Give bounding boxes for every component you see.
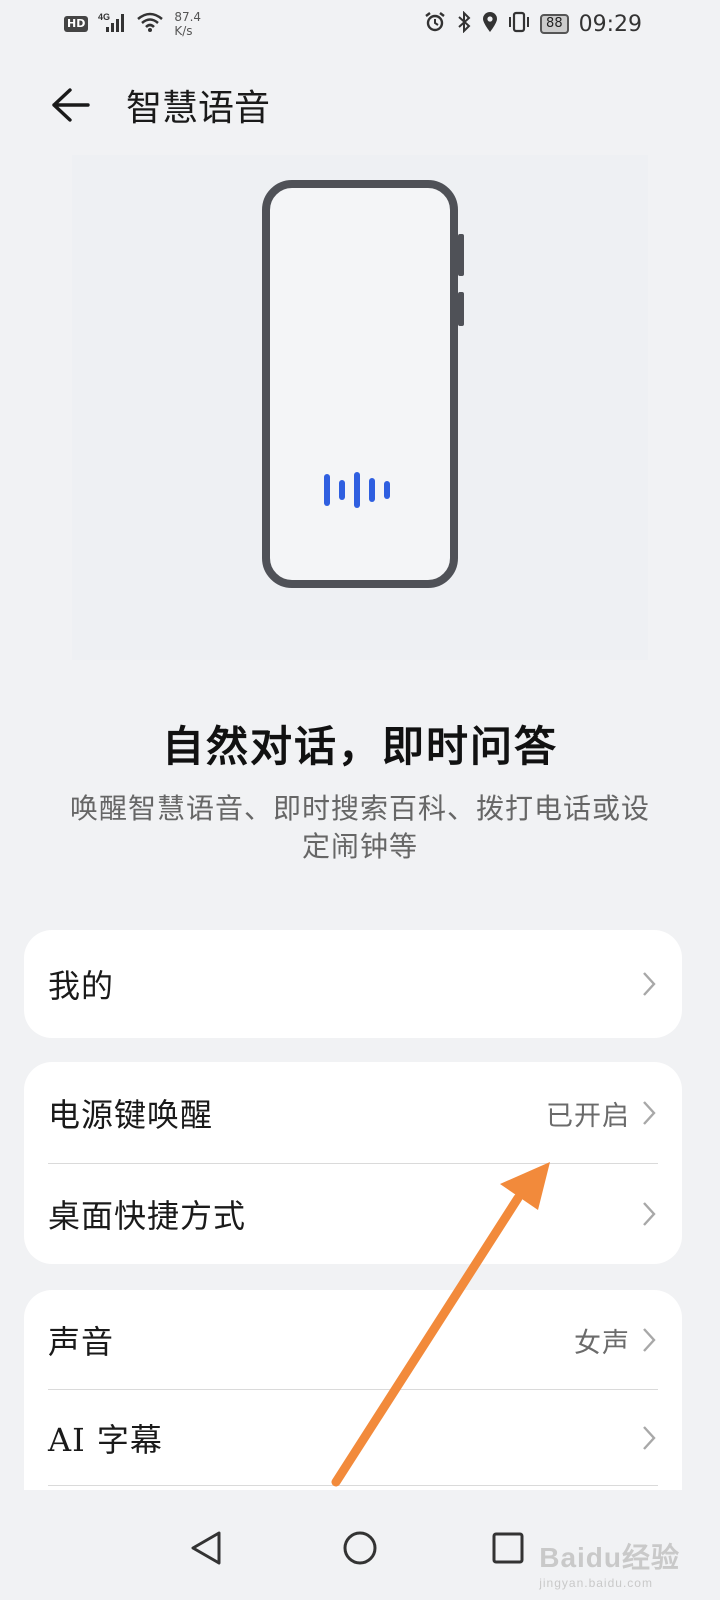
row-value: 女声 <box>574 1327 630 1359</box>
page-title: 智慧语音 <box>126 88 271 129</box>
svg-text:4G: 4G <box>98 12 110 22</box>
back-arrow-icon[interactable] <box>48 83 92 127</box>
recents-square-icon[interactable] <box>486 1526 530 1570</box>
speed-value: 87.4 <box>174 10 202 24</box>
hero-illustration <box>72 155 648 660</box>
voice-wave-icon <box>322 470 398 514</box>
row-label: 声音 <box>48 1323 115 1361</box>
phone-illustration <box>262 180 464 588</box>
status-right: 88 09:29 <box>424 10 642 38</box>
battery-icon: 88 <box>540 14 569 34</box>
back-triangle-icon[interactable] <box>184 1526 228 1570</box>
signal-icon: 4G <box>98 11 126 38</box>
watermark-main: Baidu经验 <box>539 1542 680 1573</box>
chevron-right-icon <box>640 1423 658 1453</box>
watermark-sub: jingyan.baidu.com <box>539 1576 653 1590</box>
row-label: AI 字幕 <box>48 1421 163 1459</box>
clock: 09:29 <box>578 11 642 37</box>
phone-side-button <box>458 234 464 276</box>
hero-subtitle: 唤醒智慧语音、即时搜索百科、拨打电话或设定闹钟等 <box>69 792 650 863</box>
settings-card-wakeup: 电源键唤醒 已开启 桌面快捷方式 <box>24 1062 682 1264</box>
wifi-icon <box>136 11 164 38</box>
speed-unit: K/s <box>174 24 193 38</box>
row-mine[interactable]: 我的 <box>24 930 682 1038</box>
row-power-key-wakeup[interactable]: 电源键唤醒 已开启 <box>24 1062 682 1164</box>
chevron-right-icon <box>640 1098 658 1128</box>
bluetooth-icon <box>456 10 472 38</box>
row-label: 桌面快捷方式 <box>48 1197 247 1235</box>
row-label: 电源键唤醒 <box>48 1096 214 1134</box>
row-desktop-shortcut[interactable]: 桌面快捷方式 <box>24 1164 682 1264</box>
status-bar: HD 4G 87.4 K/s 88 09:29 <box>0 0 720 48</box>
chevron-right-icon <box>640 1199 658 1229</box>
row-sound[interactable]: 声音 女声 <box>24 1290 682 1390</box>
hd-badge: HD <box>64 16 89 32</box>
app-header: 智慧语音 <box>0 70 720 140</box>
alarm-icon <box>424 11 446 38</box>
network-speed: 87.4 K/s <box>174 10 201 38</box>
status-left: HD 4G 87.4 K/s <box>64 10 201 38</box>
chevron-right-icon <box>640 969 658 999</box>
home-circle-icon[interactable] <box>338 1526 382 1570</box>
hero-title: 自然对话，即时问答 <box>161 722 558 771</box>
settings-card-voice: 声音 女声 AI 字幕 <box>24 1290 682 1490</box>
row-label: 我的 <box>48 967 115 1005</box>
row-ai-subtitles[interactable]: AI 字幕 <box>24 1390 682 1486</box>
location-icon <box>482 11 498 38</box>
settings-card-mine: 我的 <box>24 930 682 1038</box>
divider <box>48 1485 658 1486</box>
chevron-right-icon <box>640 1325 658 1355</box>
vibrate-icon <box>508 11 530 38</box>
row-value: 已开启 <box>546 1100 630 1132</box>
baidu-watermark-logo: Baidu经验 jingyan.baidu.com <box>539 1536 680 1590</box>
phone-side-button <box>458 292 464 326</box>
